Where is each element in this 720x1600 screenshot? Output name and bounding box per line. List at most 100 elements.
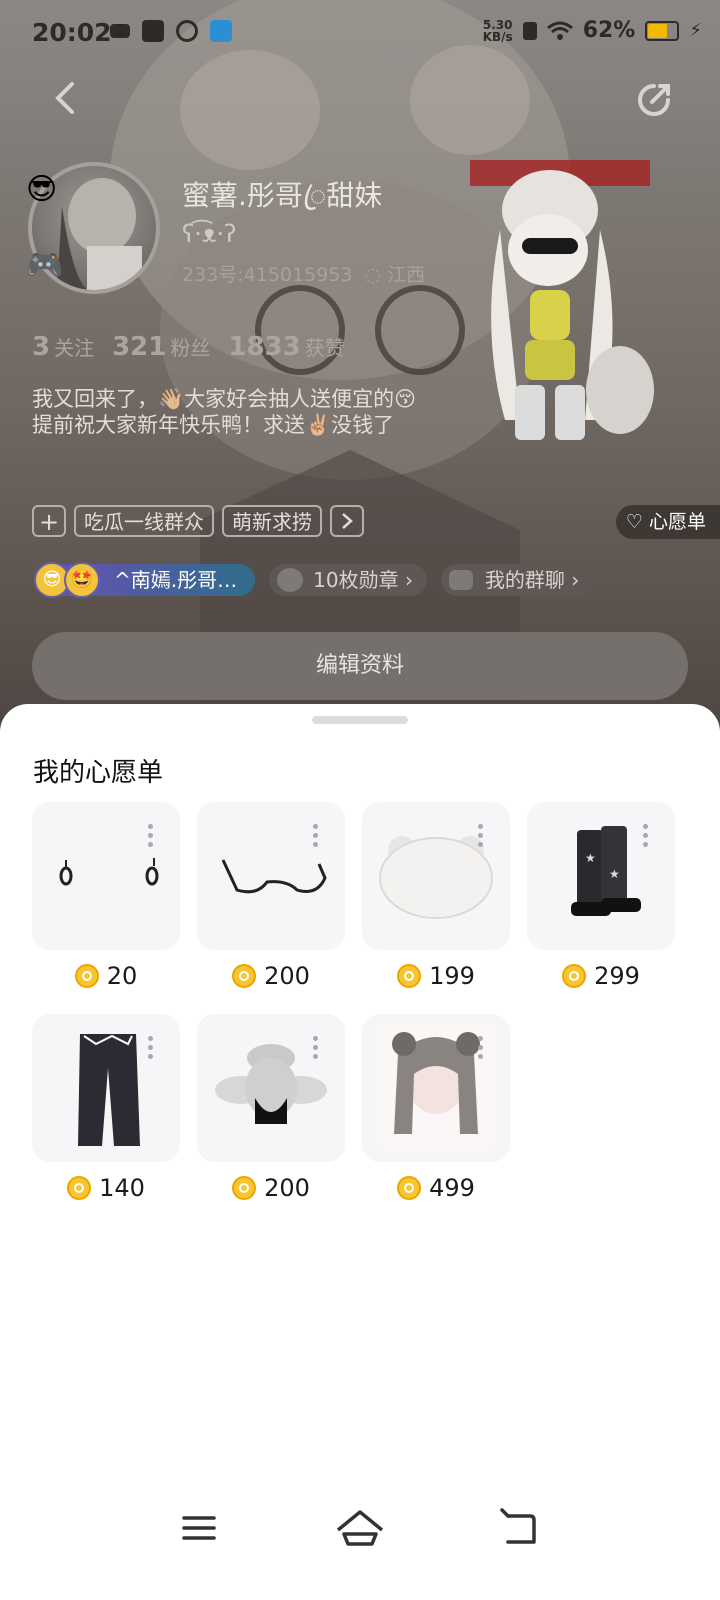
back-nav-button[interactable] bbox=[490, 1500, 550, 1560]
stat-followers[interactable]: 321 粉丝 bbox=[112, 332, 210, 362]
coin-icon bbox=[67, 1176, 92, 1200]
price-value: 20 bbox=[106, 962, 138, 990]
tag-item[interactable]: 萌新求捞 bbox=[222, 505, 322, 537]
more-options-icon[interactable] bbox=[313, 1036, 319, 1063]
chevron-right-icon: › bbox=[571, 568, 580, 592]
item-price: 140 bbox=[32, 1174, 180, 1202]
tag-row: + 吃瓜一线群众 萌新求捞 bbox=[32, 505, 364, 537]
earrings-image bbox=[59, 858, 159, 886]
wishlist-item[interactable]: 200 bbox=[197, 1014, 345, 1202]
group-chat-label: 我的群聊 bbox=[484, 568, 565, 592]
family-avatars: 😎 🤩 bbox=[34, 562, 100, 598]
price-value: 140 bbox=[99, 1174, 145, 1202]
svg-text:★: ★ bbox=[609, 867, 620, 881]
item-price: 200 bbox=[197, 1174, 345, 1202]
stat-likes-label: 获赞 bbox=[304, 336, 345, 360]
network-speed: 5.30 KB/s bbox=[483, 19, 513, 43]
uid-location-row: 233号:415015953 ◌ 江西 bbox=[182, 260, 425, 287]
video-icon bbox=[110, 24, 130, 38]
location-pin-icon: ◌ bbox=[364, 264, 382, 286]
star-face-icon: 🤩 bbox=[64, 562, 100, 598]
family-badge[interactable]: 😎 🤩 ^南嫣.彤哥… bbox=[34, 562, 256, 598]
user-id: 233号:415015953 bbox=[182, 264, 353, 286]
wishlist-item[interactable]: 20 bbox=[32, 802, 180, 990]
dark-pants-image bbox=[78, 1034, 140, 1146]
system-navigation-bar bbox=[0, 1500, 720, 1560]
sim-icon bbox=[522, 21, 537, 40]
item-price: 199 bbox=[362, 962, 510, 990]
share-button[interactable] bbox=[632, 78, 676, 122]
battery-icon bbox=[645, 20, 680, 41]
medals-label: 10枚勋章 bbox=[313, 568, 399, 592]
wishlist-item[interactable]: 199 bbox=[362, 802, 510, 990]
coin-icon bbox=[232, 964, 257, 988]
chevron-right-icon: › bbox=[404, 568, 413, 592]
more-options-icon[interactable] bbox=[478, 1036, 484, 1063]
more-options-icon[interactable] bbox=[313, 824, 319, 851]
item-price: 200 bbox=[197, 962, 345, 990]
item-price: 499 bbox=[362, 1174, 510, 1202]
item-thumbnail bbox=[197, 802, 345, 950]
more-tags-button[interactable] bbox=[330, 505, 364, 537]
more-options-icon[interactable] bbox=[478, 824, 484, 851]
item-thumbnail bbox=[362, 802, 510, 950]
group-chat-button[interactable]: 我的群聊 › bbox=[440, 564, 594, 596]
bio-text: 我又回来了，👋🏼大家好会抽人送便宜的😚 提前祝大家新年快乐鸭！求送✌🏼没钱了 bbox=[32, 387, 417, 437]
more-options-icon[interactable] bbox=[643, 824, 649, 851]
chat-bubble-icon bbox=[448, 570, 473, 590]
stat-followers-value: 321 bbox=[112, 332, 167, 362]
item-thumbnail bbox=[32, 1014, 180, 1162]
stat-following[interactable]: 3 关注 bbox=[32, 332, 94, 362]
price-value: 200 bbox=[264, 962, 310, 990]
wishlist-button[interactable]: ♡ 心愿单 bbox=[615, 505, 720, 539]
screen: 20:02 5.30 KB/s 62% ⚡ 😎 🎮 蜜薯.彤哥ꦿ甜妹 ʕ·͡ᴥ·… bbox=[0, 0, 720, 1600]
status-time: 20:02 bbox=[32, 18, 112, 47]
sheet-title: 我的心愿单 bbox=[33, 758, 164, 788]
star-boots-image: ★ ★ bbox=[571, 826, 641, 916]
status-right-cluster: 5.30 KB/s 62% ⚡ bbox=[483, 18, 702, 43]
link-icon bbox=[176, 20, 198, 42]
wishlist-item[interactable]: 200 bbox=[197, 802, 345, 990]
coin-icon bbox=[74, 964, 99, 988]
bear-hat-image bbox=[379, 836, 493, 919]
coin-icon bbox=[397, 964, 422, 988]
tag-item[interactable]: 吃瓜一线群众 bbox=[74, 505, 214, 537]
wishlist-label: 心愿单 bbox=[648, 511, 706, 533]
item-thumbnail: ★ ★ bbox=[527, 802, 675, 950]
price-value: 299 bbox=[594, 962, 640, 990]
price-value: 199 bbox=[429, 962, 475, 990]
signature-emoticon: ʕ·͡ᴥ·ʔ bbox=[182, 220, 237, 248]
coin-icon bbox=[562, 964, 587, 988]
recent-apps-button[interactable] bbox=[170, 1500, 230, 1560]
stat-likes[interactable]: 1833 获赞 bbox=[228, 332, 344, 362]
share-icon bbox=[638, 84, 670, 116]
home-button[interactable] bbox=[330, 1500, 390, 1560]
wishlist-item[interactable]: 140 bbox=[32, 1014, 180, 1202]
sunglasses-emoji-decoration: 😎 bbox=[26, 172, 58, 207]
network-speed-unit: KB/s bbox=[482, 29, 513, 44]
back-button[interactable] bbox=[44, 76, 88, 120]
status-notification-icons bbox=[110, 20, 232, 42]
more-options-icon[interactable] bbox=[148, 1036, 154, 1063]
coin-icon bbox=[397, 1176, 422, 1200]
charging-icon: ⚡ bbox=[689, 20, 702, 41]
wishlist-item[interactable]: 499 bbox=[362, 1014, 510, 1202]
stats-row: 3 关注 321 粉丝 1833 获赞 bbox=[32, 332, 345, 362]
wifi-icon bbox=[546, 21, 573, 40]
more-options-icon[interactable] bbox=[148, 824, 154, 851]
hairstyle-image bbox=[376, 1024, 496, 1150]
heart-icon: ♡ bbox=[625, 511, 643, 533]
svg-text:★: ★ bbox=[585, 851, 596, 865]
sheet-drag-handle[interactable] bbox=[312, 716, 408, 724]
add-tag-button[interactable]: + bbox=[32, 505, 66, 537]
family-name: ^南嫣.彤哥… bbox=[114, 568, 238, 592]
home-icon bbox=[336, 1510, 384, 1546]
edit-profile-button[interactable]: 编辑资料 bbox=[32, 632, 688, 700]
medals-button[interactable]: 10枚勋章 › bbox=[269, 564, 427, 596]
message-icon bbox=[142, 20, 164, 42]
wishlist-item[interactable]: ★ ★ 299 bbox=[527, 802, 675, 990]
coin-icon bbox=[232, 1176, 257, 1200]
price-value: 499 bbox=[429, 1174, 475, 1202]
item-price: 299 bbox=[527, 962, 675, 990]
profile-background-art bbox=[110, 0, 654, 740]
